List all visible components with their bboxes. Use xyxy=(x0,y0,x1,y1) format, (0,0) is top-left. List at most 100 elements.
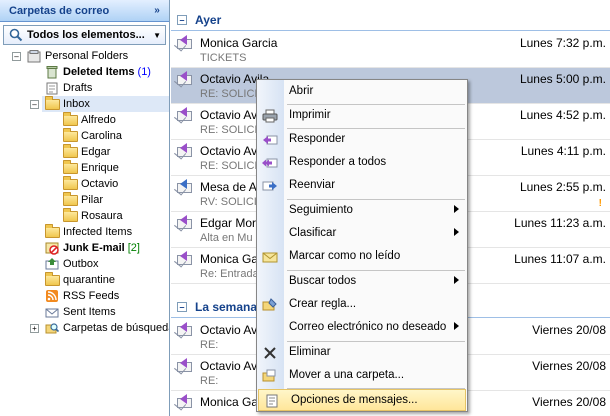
view-selector-label: Todos los elementos... xyxy=(27,29,145,41)
menu-item-label: Marcar como no leído xyxy=(289,250,401,262)
context-menu: Abrir Imprimir Responder Responder a tod… xyxy=(256,79,468,412)
replied-mail-icon xyxy=(177,107,195,122)
message-date: Lunes 11:07 a.m. xyxy=(514,252,606,266)
reply-all-icon xyxy=(261,155,279,171)
menu-item-label: Buscar todos xyxy=(289,275,357,287)
menu-item-crear-regla[interactable]: Crear regla... xyxy=(257,294,467,316)
message-date: Viernes 20/08 xyxy=(532,359,606,373)
menu-item-mover-carpeta[interactable]: Mover a una carpeta... xyxy=(257,365,467,387)
expand-icon[interactable]: + xyxy=(30,324,39,333)
tree-item-drafts[interactable]: Drafts xyxy=(44,80,92,96)
menu-item-label: Crear regla... xyxy=(289,298,357,310)
replied-mail-icon xyxy=(177,322,195,337)
tree-label: Drafts xyxy=(63,82,93,94)
menu-item-label: Eliminar xyxy=(289,346,331,358)
folder-icon xyxy=(44,223,60,239)
tree-item-inbox[interactable]: Inbox xyxy=(42,95,169,112)
collapse-icon[interactable]: – xyxy=(177,14,187,25)
menu-item-clasificar[interactable]: Clasificar xyxy=(257,223,467,245)
menu-item-label: Mover a una carpeta... xyxy=(289,369,405,381)
message-subject: Alta en Mu xyxy=(200,232,253,244)
menu-item-responder[interactable]: Responder xyxy=(257,129,467,151)
tree-label: Octavio xyxy=(81,178,119,190)
message-row[interactable]: Monica Garcia TICKETS Lunes 7:32 p.m. xyxy=(171,32,610,68)
tree-label: Alfredo xyxy=(81,114,116,126)
collapse-icon[interactable]: – xyxy=(12,52,21,61)
tree-item-edgar[interactable]: Edgar xyxy=(62,143,111,160)
menu-item-label: Responder a todos xyxy=(289,156,387,168)
tree-item-search-folders[interactable]: Carpetas de búsqueda xyxy=(44,320,170,336)
collapse-icon[interactable]: – xyxy=(177,301,187,312)
menu-item-seguimiento[interactable]: Seguimiento xyxy=(257,200,467,222)
tree-label: RSS Feeds xyxy=(63,290,120,302)
menu-item-reenviar[interactable]: Reenviar xyxy=(257,175,467,197)
tree-label: Edgar xyxy=(81,146,111,158)
menu-item-label: Opciones de mensajes... xyxy=(291,394,418,406)
tree-item-deleted-items[interactable]: Deleted Items (1) xyxy=(44,64,151,80)
menu-item-eliminar[interactable]: Eliminar xyxy=(257,342,467,364)
message-date: Lunes 11:23 a.m. xyxy=(514,216,606,230)
forward-icon xyxy=(261,178,279,194)
tree-item-rss-feeds[interactable]: RSS Feeds xyxy=(44,288,119,304)
group-label: Ayer xyxy=(195,12,222,27)
submenu-arrow-icon xyxy=(454,205,459,213)
tree-item-alfredo[interactable]: Alfredo xyxy=(62,111,116,128)
tree-label: Outbox xyxy=(63,258,99,270)
menu-item-marcar-no-leido[interactable]: Marcar como no leído xyxy=(257,246,467,268)
tree-label: quarantine xyxy=(63,274,115,286)
collapse-icon[interactable]: – xyxy=(30,100,39,109)
chevron-down-icon[interactable]: ▼ xyxy=(153,31,161,40)
message-sender: Monica Garcia xyxy=(200,36,278,50)
tree-label: Junk E-mail xyxy=(63,242,125,254)
collapse-chevron-icon[interactable]: » xyxy=(150,4,164,18)
tree-item-personal-folders[interactable]: Personal Folders xyxy=(26,48,128,64)
delete-icon xyxy=(261,345,279,361)
folder-icon xyxy=(62,111,78,127)
message-options-icon xyxy=(263,393,281,409)
tree-item-rosaura[interactable]: Rosaura xyxy=(62,207,123,224)
tree-item-infected-items[interactable]: Infected Items xyxy=(44,223,132,240)
message-date: Lunes 4:52 p.m. xyxy=(519,108,606,122)
view-selector[interactable]: Todos los elementos... ▼ xyxy=(3,25,166,45)
folder-icon xyxy=(62,143,78,159)
item-count: [2] xyxy=(127,242,140,254)
replied-mail-icon xyxy=(177,358,195,373)
move-folder-icon xyxy=(261,368,279,384)
group-header-ayer[interactable]: – Ayer xyxy=(171,9,610,31)
replied-mail-icon xyxy=(177,35,195,50)
trash-icon xyxy=(44,65,60,79)
tree-label: Pilar xyxy=(81,194,104,206)
menu-item-label: Reenviar xyxy=(289,179,336,191)
tree-item-octavio[interactable]: Octavio xyxy=(62,175,119,192)
tree-item-enrique[interactable]: Enrique xyxy=(62,159,119,176)
tree-item-pilar[interactable]: Pilar xyxy=(62,191,104,208)
tree-item-outbox[interactable]: Outbox xyxy=(44,256,98,272)
tree-item-junk-email[interactable]: Junk E-mail [2] xyxy=(44,240,140,256)
menu-item-responder-a-todos[interactable]: Responder a todos xyxy=(257,152,467,174)
message-date: Lunes 7:32 p.m. xyxy=(519,36,606,50)
menu-item-abrir[interactable]: Abrir xyxy=(257,81,467,103)
junk-mail-icon xyxy=(44,241,60,255)
replied-mail-icon xyxy=(177,71,195,86)
printer-icon xyxy=(261,108,279,124)
tree-item-carolina[interactable]: Carolina xyxy=(62,127,122,144)
menu-item-imprimir[interactable]: Imprimir xyxy=(257,105,467,127)
tree-item-quarantine[interactable]: quarantine xyxy=(44,271,115,288)
unread-count: (1) xyxy=(137,66,151,78)
folder-icon xyxy=(44,271,60,287)
outbox-icon xyxy=(44,257,60,271)
menu-item-label: Clasificar xyxy=(289,227,337,239)
menu-item-correo-no-deseado[interactable]: Correo electrónico no deseado xyxy=(257,317,467,339)
nav-header: Carpetas de correo » xyxy=(0,0,169,22)
tree-label: Inbox xyxy=(63,98,90,110)
message-subject: TICKETS xyxy=(200,52,247,64)
nav-title: Carpetas de correo xyxy=(9,4,110,17)
menu-item-label: Seguimiento xyxy=(289,204,353,216)
tree-label: Carpetas de búsqueda xyxy=(63,322,170,334)
tree-item-sent-items[interactable]: Sent Items xyxy=(44,304,116,320)
drafts-icon xyxy=(44,81,60,95)
menu-item-opciones-mensajes[interactable]: Opciones de mensajes... xyxy=(258,389,466,411)
menu-item-buscar-todos[interactable]: Buscar todos xyxy=(257,271,467,293)
personal-folders-icon xyxy=(26,49,42,63)
inbox-folder-icon xyxy=(44,95,60,111)
